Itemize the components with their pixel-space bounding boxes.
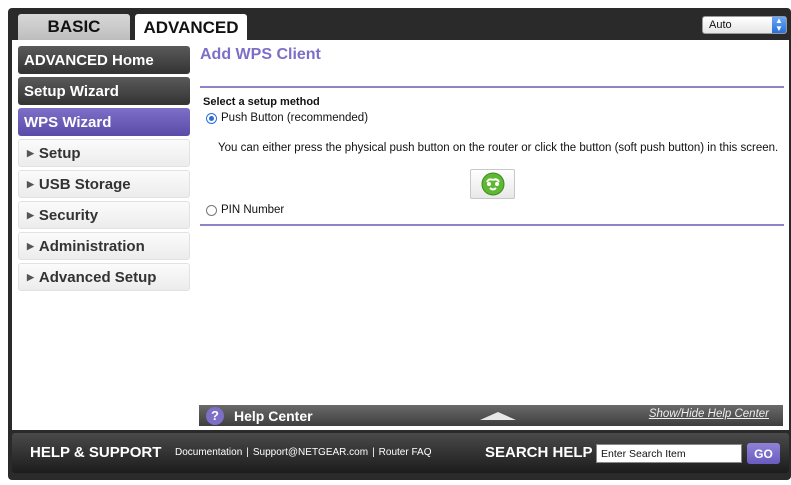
- search-input[interactable]: [596, 444, 742, 463]
- sidebar-item-usb-storage[interactable]: ▶ USB Storage: [18, 170, 190, 198]
- help-support-label: HELP & SUPPORT: [30, 444, 162, 461]
- setup-method-label: Select a setup method: [203, 96, 320, 108]
- radio-unchecked-icon[interactable]: [206, 204, 217, 216]
- triangle-right-icon: ▶: [27, 271, 34, 282]
- language-select-value: Auto: [709, 19, 732, 31]
- expand-arrow-icon[interactable]: [480, 412, 516, 420]
- documentation-link[interactable]: Documentation: [175, 447, 242, 458]
- question-icon: ?: [206, 406, 224, 425]
- radio-push-button[interactable]: Push Button (recommended): [206, 112, 368, 124]
- sidebar-item-label: Setup: [38, 144, 81, 162]
- sidebar-item-advanced-setup[interactable]: ▶ Advanced Setup: [18, 263, 190, 291]
- tab-advanced[interactable]: ADVANCED: [135, 14, 247, 42]
- language-select[interactable]: Auto ▲ ▼: [702, 16, 787, 34]
- divider: [200, 224, 784, 226]
- footer-links: Documentation | Support@NETGEAR.com | Router…: [173, 447, 433, 458]
- page-title: Add WPS Client: [200, 46, 321, 63]
- divider: [200, 86, 784, 88]
- help-center-bar[interactable]: ? Help Center Show/Hide Help Center: [199, 405, 783, 426]
- wps-push-button[interactable]: [470, 169, 515, 199]
- sidebar-item-label: Advanced Setup: [38, 268, 157, 286]
- sidebar-item-label: Administration: [38, 237, 145, 255]
- radio-pin-label: PIN Number: [221, 204, 285, 216]
- sidebar-item-administration[interactable]: ▶ Administration: [18, 232, 190, 260]
- sidebar-item-label: USB Storage: [38, 175, 131, 193]
- triangle-right-icon: ▶: [27, 209, 34, 220]
- go-button[interactable]: GO: [747, 443, 780, 464]
- router-faq-link[interactable]: Router FAQ: [379, 447, 432, 458]
- radio-checked-icon[interactable]: [206, 112, 217, 124]
- search-help-label: SEARCH HELP: [485, 444, 593, 461]
- link-separator: |: [372, 447, 375, 458]
- radio-push-label: Push Button (recommended): [221, 112, 369, 124]
- triangle-right-icon: ▶: [27, 147, 34, 158]
- link-separator: |: [246, 447, 249, 458]
- tab-basic[interactable]: BASIC: [18, 14, 130, 40]
- radio-pin-number[interactable]: PIN Number: [206, 204, 284, 216]
- sidebar-item-setup[interactable]: ▶ Setup: [18, 139, 190, 167]
- sidebar-item-label: Setup Wizard: [24, 82, 119, 100]
- help-center-title: Help Center: [234, 407, 313, 424]
- sidebar-item-security[interactable]: ▶ Security: [18, 201, 190, 229]
- triangle-right-icon: ▶: [27, 178, 34, 189]
- triangle-right-icon: ▶: [27, 240, 34, 251]
- select-arrows-icon: ▲ ▼: [772, 17, 786, 33]
- sidebar-item-label: ADVANCED Home: [24, 51, 154, 69]
- sidebar-item-setup-wizard[interactable]: Setup Wizard: [18, 77, 190, 105]
- show-hide-help-link[interactable]: Show/Hide Help Center: [649, 408, 769, 420]
- footer-bar: HELP & SUPPORT Documentation | Support@NET…: [12, 433, 789, 473]
- sidebar-item-advanced-home[interactable]: ADVANCED Home: [18, 46, 190, 74]
- sidebar-item-label: WPS Wizard: [24, 113, 112, 131]
- push-description: You can either press the physical push b…: [218, 142, 779, 154]
- support-email-link[interactable]: Support@NETGEAR.com: [253, 447, 368, 458]
- sidebar-item-label: Security: [38, 206, 99, 224]
- wps-icon: [481, 172, 504, 196]
- sidebar-item-wps-wizard[interactable]: WPS Wizard: [18, 108, 190, 136]
